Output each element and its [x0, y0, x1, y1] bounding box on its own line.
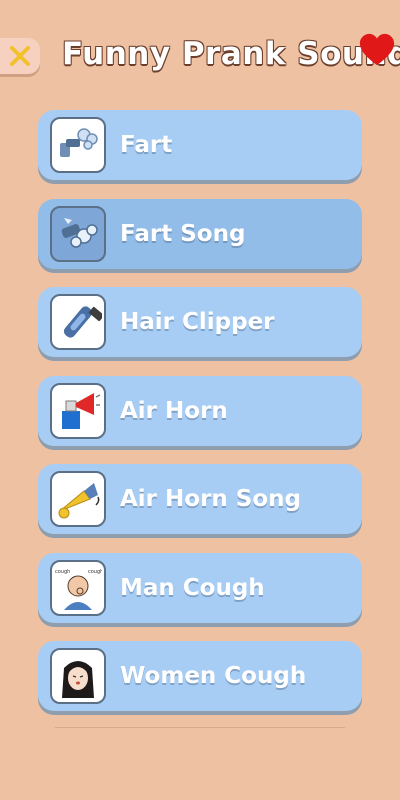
heart-icon[interactable]	[358, 32, 396, 68]
close-x-icon	[10, 46, 30, 66]
women-cough-icon	[50, 648, 106, 704]
list-divider	[55, 727, 345, 728]
page-title: Funny Prank Sound	[62, 36, 400, 72]
sound-item-air-horn[interactable]: Air Horn	[38, 375, 362, 446]
sound-item-label: Air Horn	[120, 397, 228, 424]
svg-text:cough: cough	[88, 569, 102, 575]
sound-item-hair-clipper[interactable]: Hair Clipper	[38, 287, 362, 357]
sound-item-label: Man Cough	[120, 574, 265, 601]
sound-item-label: Air Horn Song	[120, 486, 302, 512]
sound-item-label: Fart	[120, 132, 173, 158]
sound-item-label: Women Cough	[120, 663, 307, 689]
sound-item-fart-song[interactable]: Fart Song	[38, 198, 362, 269]
sound-item-label: Fart Song	[120, 220, 246, 247]
sound-item-air-horn-song[interactable]: Air Horn Song	[38, 464, 362, 534]
svg-text:cough: cough	[55, 569, 70, 575]
sound-item-women-cough[interactable]: Women Cough	[38, 641, 362, 711]
fart-song-icon	[50, 205, 106, 262]
close-button[interactable]	[0, 38, 40, 74]
hair-clipper-icon	[50, 294, 106, 350]
man-cough-icon: cough cough	[50, 559, 106, 616]
air-horn-icon	[50, 382, 106, 439]
sound-list: Fart Fart Song Hair Clipper Air Horn Air…	[38, 110, 362, 730]
sound-item-label: Hair Clipper	[120, 309, 275, 335]
sound-item-man-cough[interactable]: cough cough Man Cough	[38, 552, 362, 623]
air-horn-song-icon	[50, 471, 106, 527]
header: Funny Prank Sound	[0, 0, 400, 100]
sound-item-fart[interactable]: Fart	[38, 110, 362, 180]
fart-icon	[50, 117, 106, 173]
